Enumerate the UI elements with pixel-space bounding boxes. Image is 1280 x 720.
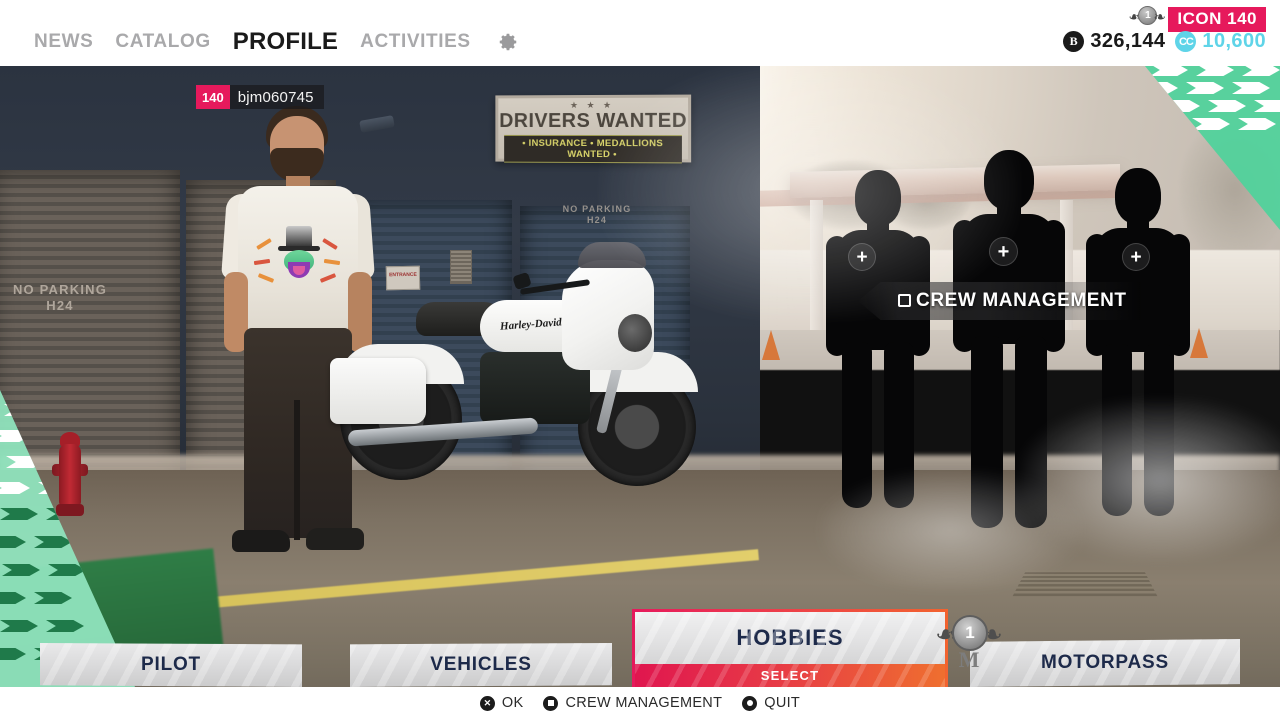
sun-haze [600, 60, 1020, 320]
no-parking-left-line2: H24 [46, 297, 74, 313]
credits-coin-icon: CC [1175, 31, 1197, 52]
motorpass-medal-char: M [958, 647, 980, 672]
top-navigation-bar: NEWS CATALOG PROFILE ACTIVITIES ❧ 1 ❧ IC… [0, 0, 1280, 66]
roller-door-left [0, 170, 180, 500]
bucks-currency[interactable]: B 326,144 [1063, 30, 1165, 53]
credits-value: 10,600 [1202, 30, 1266, 52]
circle-button-icon [742, 695, 758, 711]
player-username: bjm060745 [237, 88, 314, 106]
nav-item-profile[interactable]: PROFILE [233, 28, 338, 56]
motorpass-medal-icon: ❧ ❧ 1 M [935, 609, 1003, 672]
prompt-crew-management-label: CREW MANAGEMENT [565, 695, 723, 711]
tab-motorpass-label: MOTORPASS [1041, 652, 1169, 673]
tab-vehicles[interactable]: VEHICLES [350, 643, 612, 687]
credits-currency[interactable]: CC 10,600 [1175, 30, 1266, 53]
bottom-tab-bar: PILOT VEHICLES HOBBIES SELECT MOTORPASS … [0, 609, 1280, 687]
nav-item-news[interactable]: NEWS [34, 31, 93, 53]
prompt-ok-label: OK [501, 695, 524, 711]
no-parking-sign-left: NO PARKING H24 [8, 282, 112, 313]
crew-management-label: CREW MANAGEMENT [916, 290, 1127, 311]
tab-hobbies-select-action[interactable]: SELECT [635, 664, 945, 687]
tab-pilot-label: PILOT [141, 654, 201, 675]
player-level-badge: 140 [196, 85, 230, 109]
square-button-icon [898, 294, 911, 307]
player-nameplate: 140 bjm060745 [196, 85, 324, 109]
prompt-quit-label: QUIT [764, 695, 801, 711]
tab-hobbies-action-label: SELECT [760, 668, 820, 683]
fire-hydrant [52, 432, 88, 518]
prompt-ok[interactable]: ✕ OK [479, 695, 524, 711]
tree-3 [1180, 120, 1280, 260]
tab-motorpass[interactable]: MOTORPASS [970, 639, 1240, 687]
cross-button-icon: ✕ [479, 695, 495, 711]
nav-item-catalog[interactable]: CATALOG [115, 31, 210, 53]
crew-slot-3-plus-glyph: + [1130, 246, 1142, 268]
traffic-cone-1 [762, 330, 780, 360]
square-button-icon [543, 695, 559, 711]
button-prompt-bar: ✕ OK CREW MANAGEMENT QUIT [0, 691, 1280, 715]
no-parking-left-line1: NO PARKING [12, 282, 108, 297]
tab-vehicles-label: VEHICLES [430, 654, 532, 675]
saddlebag [330, 358, 426, 424]
main-nav: NEWS CATALOG PROFILE ACTIVITIES [34, 28, 519, 56]
ground-haze-2 [820, 470, 1080, 590]
game-screen: NO PARKING H24 NO PARKING H24 ★ ★ ★ DRIV… [0, 0, 1280, 720]
tab-pilot[interactable]: PILOT [40, 643, 302, 687]
tab-hobbies[interactable]: HOBBIES SELECT [632, 609, 948, 687]
traffic-cone-2 [1190, 328, 1208, 358]
prompt-quit[interactable]: QUIT [742, 695, 800, 711]
tab-hobbies-inner: HOBBIES [635, 612, 945, 664]
nav-item-activities[interactable]: ACTIVITIES [360, 31, 471, 53]
gear-icon[interactable] [497, 31, 519, 53]
wallet: B 326,144 CC 10,600 [1063, 30, 1266, 53]
prompt-crew-management[interactable]: CREW MANAGEMENT [543, 695, 722, 711]
icon-rank-badge: ICON 140 [1168, 6, 1266, 32]
crew-slot-3-add-icon[interactable]: + [1122, 243, 1150, 271]
bucks-coin-icon: B [1063, 31, 1085, 52]
motorpass-medal-level: 1 [952, 615, 988, 651]
crew-management-tooltip[interactable]: CREW MANAGEMENT [858, 282, 1141, 320]
bucks-value: 326,144 [1090, 30, 1166, 52]
tshirt-graphic [270, 226, 328, 286]
